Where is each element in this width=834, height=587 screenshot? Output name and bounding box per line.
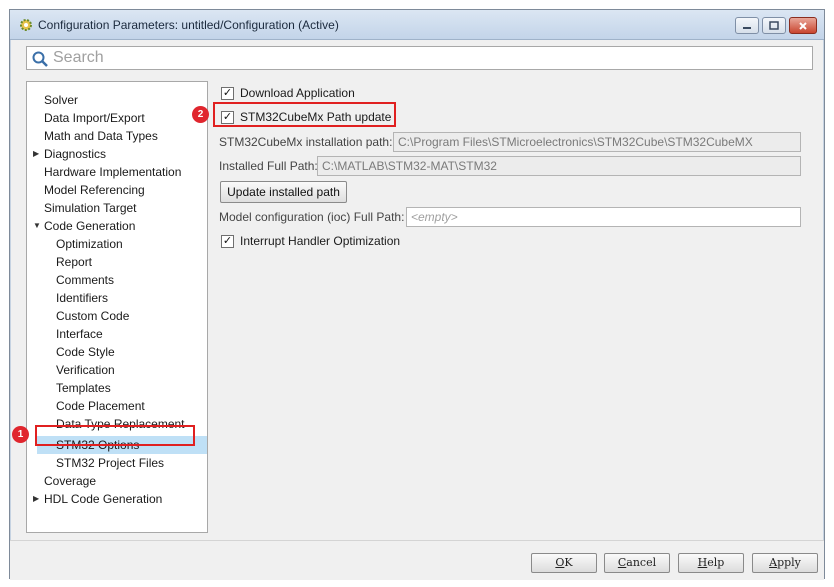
highlight-box-stm32-options	[35, 425, 195, 446]
help-label: elp	[707, 556, 725, 569]
tree-item-model-referencing[interactable]: Model Referencing	[44, 181, 145, 199]
tree-item-code-placement[interactable]: Code Placement	[56, 397, 145, 415]
check-icon: ✓	[221, 86, 234, 100]
tree-item-diagnostics[interactable]: Diagnostics	[44, 145, 106, 163]
annotation-badge-1: 1	[12, 426, 29, 443]
apply-button[interactable]: Apply	[752, 553, 818, 573]
tree-item-code-generation[interactable]: Code Generation	[44, 217, 135, 235]
install-path-label: STM32CubeMx installation path:	[219, 135, 393, 149]
dialog-footer: OK Cancel Help Apply	[10, 540, 824, 580]
help-mnemonic: H	[697, 556, 708, 569]
collapse-arrow-icon[interactable]: ▼	[33, 217, 41, 235]
ok-label: K	[564, 556, 573, 569]
maximize-icon	[769, 21, 779, 30]
search-input[interactable]: Search	[26, 46, 813, 70]
interrupt-optimization-checkbox[interactable]: ✓ Interrupt Handler Optimization	[221, 231, 400, 251]
category-tree[interactable]: Solver Data Import/Export Math and Data …	[26, 81, 208, 533]
help-button[interactable]: Help	[678, 553, 744, 573]
matlab-gear-icon	[20, 19, 32, 31]
tree-item-custom-code[interactable]: Custom Code	[56, 307, 129, 325]
tree-item-report[interactable]: Report	[56, 253, 92, 271]
maximize-button[interactable]	[762, 17, 786, 34]
search-placeholder: Search	[53, 49, 104, 66]
download-application-checkbox[interactable]: ✓ Download Application	[221, 83, 355, 103]
config-params-window: Configuration Parameters: untitled/Confi…	[9, 9, 825, 580]
full-path-field[interactable]: C:\MATLAB\STM32-MAT\STM32	[317, 156, 801, 176]
full-path-label: Installed Full Path:	[219, 159, 318, 173]
ok-button[interactable]: OK	[531, 553, 597, 573]
tree-item-solver[interactable]: Solver	[44, 91, 78, 109]
minimize-button[interactable]	[735, 17, 759, 34]
expand-arrow-icon[interactable]: ▶	[33, 145, 39, 163]
tree-item-hardware-implementation[interactable]: Hardware Implementation	[44, 163, 181, 181]
highlight-box-path-update	[213, 102, 396, 127]
install-path-field[interactable]: C:\Program Files\STMicroelectronics\STM3…	[393, 132, 801, 152]
cancel-label: ancel	[626, 556, 657, 569]
tree-item-simulation-target[interactable]: Simulation Target	[44, 199, 137, 217]
tree-item-interface[interactable]: Interface	[56, 325, 103, 343]
tree-item-code-style[interactable]: Code Style	[56, 343, 115, 361]
tree-item-data-import-export[interactable]: Data Import/Export	[44, 109, 145, 127]
search-icon	[32, 51, 48, 67]
apply-label: pply	[777, 556, 801, 569]
tree-item-templates[interactable]: Templates	[56, 379, 111, 397]
tree-item-optimization[interactable]: Optimization	[56, 235, 123, 253]
close-button[interactable]	[789, 17, 817, 34]
interrupt-optimization-label: Interrupt Handler Optimization	[240, 234, 401, 248]
expand-arrow-icon[interactable]: ▶	[33, 490, 39, 508]
tree-item-hdl-code-generation[interactable]: HDL Code Generation	[44, 490, 162, 508]
cancel-button[interactable]: Cancel	[604, 553, 670, 573]
tree-item-math-data-types[interactable]: Math and Data Types	[44, 127, 158, 145]
tree-item-verification[interactable]: Verification	[56, 361, 115, 379]
update-installed-path-button[interactable]: Update installed path	[220, 181, 347, 203]
ioc-path-field[interactable]: <empty>	[406, 207, 801, 227]
title-bar[interactable]: Configuration Parameters: untitled/Confi…	[10, 10, 824, 40]
close-icon	[799, 21, 807, 30]
window-title: Configuration Parameters: untitled/Confi…	[38, 18, 339, 32]
tree-item-stm32-project-files[interactable]: STM32 Project Files	[56, 454, 164, 472]
ioc-path-label: Model configuration (ioc) Full Path:	[219, 210, 405, 224]
tree-item-comments[interactable]: Comments	[56, 271, 114, 289]
stm32-options-panel: ✓ Download Application ✓ STM32CubeMx Pat…	[215, 81, 820, 533]
tree-item-coverage[interactable]: Coverage	[44, 472, 96, 490]
tree-item-identifiers[interactable]: Identifiers	[56, 289, 108, 307]
check-icon: ✓	[221, 234, 234, 248]
annotation-badge-2: 2	[192, 106, 209, 123]
minimize-icon	[743, 26, 751, 29]
apply-mnemonic: A	[769, 556, 778, 569]
download-application-label: Download Application	[240, 86, 355, 100]
